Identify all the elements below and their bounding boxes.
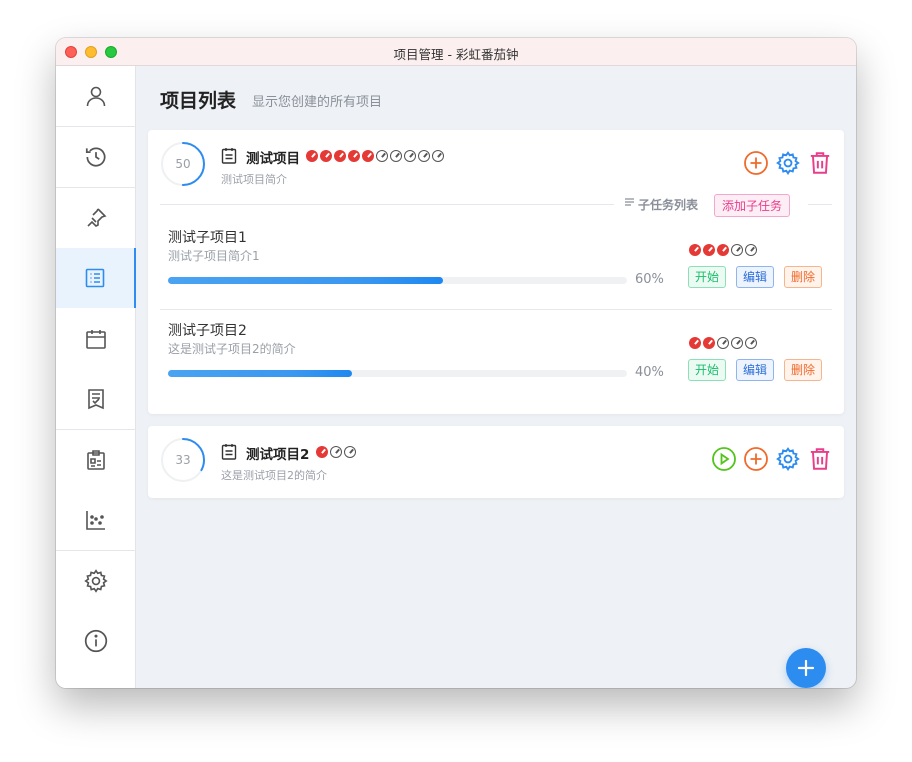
subtask-start-button[interactable]: 开始 <box>688 266 727 288</box>
tomato-done-icon <box>316 446 328 458</box>
tomato-empty-icon <box>418 150 430 162</box>
sidebar <box>56 66 136 688</box>
tomato-done-icon <box>320 150 332 162</box>
project-card: 50 测试项目 测试项目简介 子任务列表 添加子任务 测试子项目1 测试子项目简… <box>148 130 844 414</box>
sidebar-item-tasks[interactable] <box>56 369 136 429</box>
project-description: 这是测试项目2的简介 <box>221 469 327 482</box>
tomato-done-icon <box>703 244 715 256</box>
project-list-icon <box>85 268 105 288</box>
clipboard-icon <box>87 450 105 470</box>
tomato-empty-icon <box>404 150 416 162</box>
subtask-delete-button[interactable]: 删除 <box>784 266 823 288</box>
add-circle-icon[interactable] <box>743 446 769 472</box>
subtask-progress-label: 40% <box>635 365 664 380</box>
scatter-chart-icon <box>86 511 105 530</box>
tomato-done-icon <box>689 337 701 349</box>
page-subtitle: 显示您创建的所有项目 <box>252 95 383 110</box>
history-clock-icon <box>85 147 106 167</box>
divider <box>808 204 832 205</box>
tomato-empty-icon <box>745 337 757 349</box>
tomato-done-icon <box>703 337 715 349</box>
sidebar-item-projects[interactable] <box>56 248 136 308</box>
tomato-empty-icon <box>330 446 342 458</box>
subtask-title: 测试子项目1 <box>168 230 247 246</box>
add-project-button[interactable] <box>786 648 826 688</box>
project-tomato-counter <box>316 446 356 458</box>
sidebar-item-pin[interactable] <box>56 188 136 248</box>
info-icon <box>84 629 108 653</box>
tomato-done-icon <box>689 244 701 256</box>
sidebar-item-about[interactable] <box>56 611 136 671</box>
subtask-progress-fill <box>168 277 444 284</box>
project-title[interactable]: 测试项目 <box>246 147 300 167</box>
clipboard-icon <box>221 148 237 164</box>
subtask-progress-label: 60% <box>635 272 664 287</box>
play-circle-icon[interactable] <box>711 446 737 472</box>
sidebar-item-profile[interactable] <box>56 66 136 126</box>
tomato-done-icon <box>334 150 346 162</box>
trash-icon[interactable] <box>807 446 833 472</box>
project-progress-value: 33 <box>175 453 191 467</box>
sidebar-item-settings[interactable] <box>56 551 136 611</box>
app-window: 项目管理 - 彩虹番茄钟 项目列表 显示您创建的所有项目 50 测试项目 测试项… <box>56 38 856 688</box>
main-content: 项目列表 显示您创建的所有项目 50 测试项目 测试项目简介 子任务列表 添加子… <box>136 66 856 688</box>
tomato-empty-icon <box>745 244 757 256</box>
pin-icon <box>87 208 107 227</box>
tomato-done-icon <box>306 150 318 162</box>
project-title[interactable]: 测试项目2 <box>246 443 309 463</box>
title-bar: 项目管理 - 彩虹番茄钟 <box>56 38 856 66</box>
tomato-empty-icon <box>731 244 743 256</box>
clipboard-icon <box>221 444 237 460</box>
tomato-done-icon <box>348 150 360 162</box>
subtask-title: 测试子项目2 <box>168 323 247 339</box>
gear-icon[interactable] <box>775 150 801 176</box>
sidebar-item-history[interactable] <box>56 127 136 187</box>
window-title: 项目管理 - 彩虹番茄钟 <box>393 47 519 62</box>
project-description: 测试项目简介 <box>221 173 287 186</box>
subtask-start-button[interactable]: 开始 <box>688 359 727 381</box>
subtask-description: 这是测试子项目2的简介 <box>168 342 296 356</box>
add-circle-icon[interactable] <box>743 150 769 176</box>
tomato-empty-icon <box>390 150 402 162</box>
subtask-progress-fill <box>168 370 352 377</box>
subtask-list-title: 子任务列表 <box>638 198 699 212</box>
tomato-empty-icon <box>344 446 356 458</box>
sidebar-item-clipboard[interactable] <box>56 430 136 490</box>
divider <box>160 204 614 205</box>
tomato-empty-icon <box>717 337 729 349</box>
tomato-empty-icon <box>376 150 388 162</box>
subtask-progress-bar <box>168 277 627 284</box>
tomato-empty-icon <box>731 337 743 349</box>
list-icon <box>625 198 634 206</box>
subtask-progress-bar <box>168 370 627 377</box>
tomato-empty-icon <box>432 150 444 162</box>
project-tomato-counter <box>306 150 444 162</box>
subtask-description: 测试子项目简介1 <box>168 249 260 263</box>
tomato-done-icon <box>362 150 374 162</box>
calendar-icon <box>86 330 106 349</box>
sidebar-item-calendar[interactable] <box>56 309 136 369</box>
project-card: 33 测试项目2 这是测试项目2的简介 <box>148 426 844 498</box>
subtask-tomato-counter <box>689 244 757 256</box>
subtask-edit-button[interactable]: 编辑 <box>736 359 775 381</box>
sidebar-item-statistics[interactable] <box>56 490 136 550</box>
user-icon <box>86 86 106 107</box>
add-subtask-button[interactable]: 添加子任务 <box>714 194 791 217</box>
page-title: 项目列表 <box>160 90 237 112</box>
trash-icon[interactable] <box>807 150 833 176</box>
tomato-done-icon <box>717 244 729 256</box>
task-checklist-icon <box>88 389 104 410</box>
subtask-tomato-counter <box>689 337 757 349</box>
project-progress-value: 50 <box>175 157 191 171</box>
subtask-edit-button[interactable]: 编辑 <box>736 266 775 288</box>
gear-icon <box>84 569 108 593</box>
divider <box>160 309 832 310</box>
gear-icon[interactable] <box>775 446 801 472</box>
plus-icon <box>797 659 815 677</box>
subtask-delete-button[interactable]: 删除 <box>784 359 823 381</box>
